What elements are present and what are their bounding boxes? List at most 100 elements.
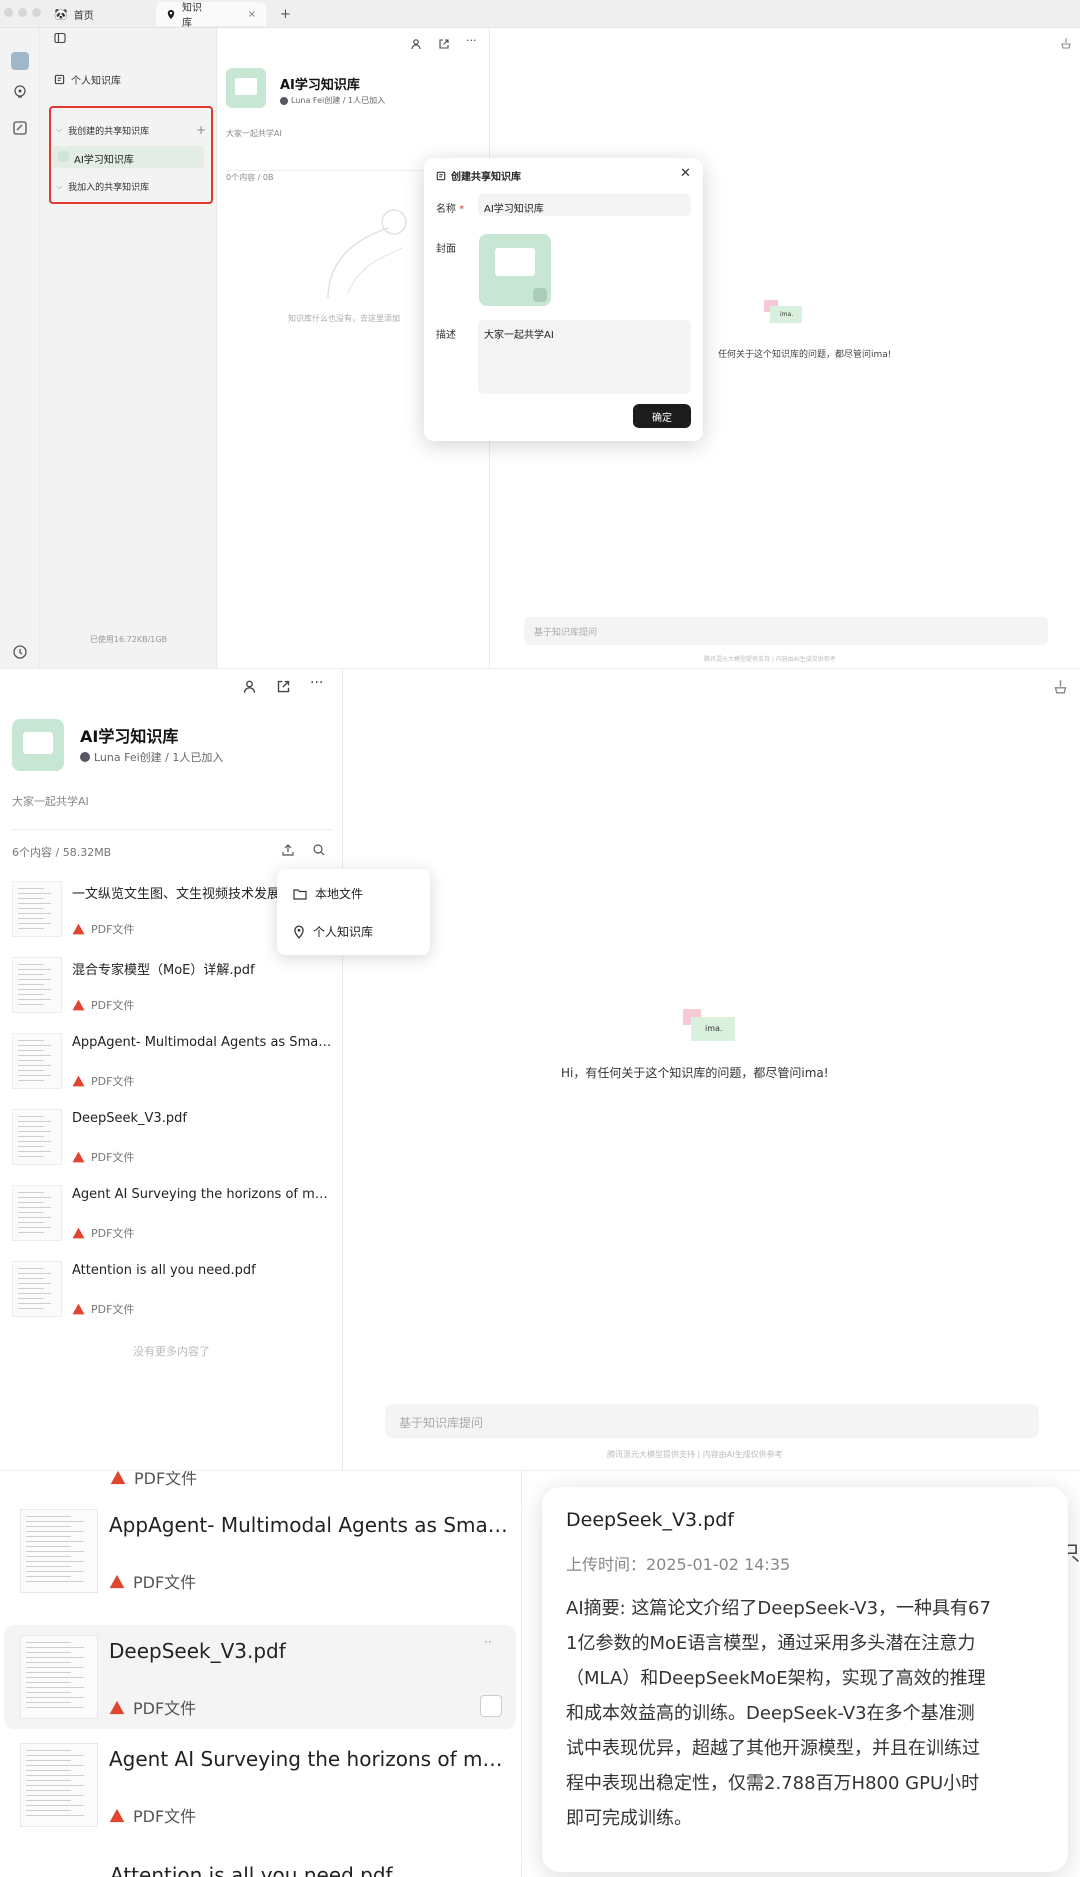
description-field[interactable]: 大家一起共学AI [478,320,691,394]
list-item[interactable]: DeepSeek_V3.pdf PDF文件 [0,1105,343,1181]
kb-file-list-panel: ··· AI学习知识库 Luna Fei创建 / 1人已加入 大家一起共学AI … [0,669,343,1470]
list-item[interactable]: Agent AI Surveying the horizons of muti.… [4,1733,516,1837]
file-type: PDF文件 [72,921,134,937]
pdf-icon [109,1574,125,1588]
file-type: PDF文件 [72,1301,134,1317]
pdf-icon [72,1151,85,1163]
file-name: Attention is all you need.pdf [72,1263,256,1278]
chat-greeting: Hi，有任何关于这个知识库的问题，都尽管问ima! [561,1066,829,1080]
sidebar-toggle-icon[interactable] [54,32,66,44]
new-tab-button[interactable]: + [270,2,301,26]
panel-file-detail-zoom: PDF文件 AppAgent- Multimodal Agents as Sma… [0,1470,1080,1877]
tab-knowledge[interactable]: 知识库 × [156,2,266,29]
kb-cover-image [226,68,266,108]
list-item[interactable]: Attention is all you need.pdf PDF文件 [0,1257,343,1333]
members-icon[interactable] [242,679,257,694]
file-thumbnail [12,881,62,937]
file-thumbnail [12,1185,62,1241]
ai-summary: AI摘要: 这篇论文介绍了DeepSeek-V3，一种具有67 1亿参数的MoE… [566,1598,991,1829]
file-thumbnail [20,1509,98,1593]
file-thumbnail [12,957,62,1013]
dialog-title: 创建共享知识库 [436,168,521,183]
file-type: PDF文件 [72,997,134,1013]
confirm-button[interactable]: 确定 [633,404,691,428]
name-field[interactable]: AI学习知识库 [478,194,691,216]
pdf-icon [109,1700,125,1714]
upload-dropdown-menu: 本地文件 个人知识库 [277,869,430,955]
pdf-icon [72,1303,85,1315]
minimize-window-dot[interactable] [18,8,27,17]
members-icon[interactable] [410,38,422,50]
file-type: PDF文件 [109,1803,196,1827]
kb-count: 6个内容 / 58.32MB [12,846,112,859]
camera-icon[interactable] [533,288,547,302]
avatar [80,752,90,762]
list-item-selected[interactable]: DeepSeek_V3.pdf PDF文件 ·· [4,1625,516,1729]
chat-input[interactable]: 基于知识库提问 [524,617,1048,645]
sidebar-item-label: 个人知识库 [71,76,121,87]
file-thumbnail [12,1109,62,1165]
share-icon[interactable] [276,679,291,694]
menu-item-personal-kb[interactable]: 个人知识库 [293,923,373,940]
list-item[interactable]: 混合专家模型（MoE）详解.pdf PDF文件 [0,953,343,1029]
history-clock-icon[interactable] [12,644,28,660]
list-item[interactable]: Agent AI Surveying the horizons of muti.… [0,1181,343,1257]
tab-home[interactable]: 🐼 首页 [44,2,104,26]
sweep-icon[interactable] [1053,679,1068,694]
file-name: AppAgent- Multimodal Agents as Smart... [72,1035,334,1050]
kb-title: AI学习知识库 [80,727,179,746]
drag-handle-icon[interactable]: ·· [484,1635,492,1649]
left-icon-rail [0,28,40,668]
list-item[interactable]: AppAgent- Multimodal Agents as Smart... … [0,1029,343,1105]
sidebar-item-personal-kb[interactable]: 个人知识库 [54,72,121,87]
window-titlebar: 🐼 首页 知识库 × + [0,0,1080,29]
ima-logo: ima. [683,1009,737,1043]
avatar [280,96,288,105]
kb-description: 大家一起共学AI [12,795,89,808]
search-icon[interactable] [312,843,326,857]
kb-owner: Luna Fei创建 / 1人已加入 [280,95,385,106]
file-name: Agent AI Surveying the horizons of muti.… [72,1187,334,1202]
location-pin-icon [294,925,304,939]
select-checkbox[interactable] [480,1695,502,1717]
chat-greeting: 任何关于这个知识库的问题，都尽管问ima! [718,350,892,360]
file-type: PDF文件 [109,1569,196,1593]
kb-count: 0个内容 / 0B [226,173,274,182]
kb-description: 大家一起共学AI [226,129,282,138]
kb-title: AI学习知识库 [280,78,360,93]
close-window-dot[interactable] [4,8,13,17]
empty-hint[interactable]: 知识库什么也没有，去这里添加 [288,313,400,324]
create-kb-dialog: 创建共享知识库 ✕ 名称 * AI学习知识库 封面 描述 大家一起共学AI 确定 [424,158,703,441]
kb-cover-image [12,719,64,771]
zoomed-file-list: PDF文件 AppAgent- Multimodal Agents as Sma… [0,1471,522,1877]
notes-nav-icon[interactable] [12,120,28,136]
pdf-icon [72,923,85,935]
panda-logo-icon: 🐼 [54,7,68,21]
tab-knowledge-label: 知识库 [182,3,202,29]
knowledge-nav-icon[interactable] [12,84,28,100]
upload-icon[interactable] [281,843,295,857]
share-icon[interactable] [438,38,450,50]
sweep-icon[interactable] [1060,37,1072,49]
file-type: PDF文件 [72,1073,134,1089]
cover-picker[interactable] [479,234,551,306]
panel-create-shared-kb: 🐼 首页 知识库 × + 个人知识库 ⌵ 我创建的共享知识库 + AI学习知识库… [0,0,1080,668]
chat-input[interactable]: 基于知识库提问 [385,1404,1039,1438]
file-summary-popover: DeepSeek_V3.pdf 上传时间：2025-01-02 14:35 AI… [542,1487,1068,1872]
chat-panel: ima. Hi，有任何关于这个知识库的问题，都尽管问ima! 基于知识库提问 腾… [343,669,1080,1470]
ima-logo: ima. [764,300,804,324]
pdf-icon [109,1808,125,1822]
close-tab-icon[interactable]: × [248,9,256,20]
popover-title: DeepSeek_V3.pdf [566,1509,734,1531]
zoom-window-dot[interactable] [32,8,41,17]
more-icon[interactable]: ··· [310,675,323,691]
list-end-hint: 没有更多内容了 [133,1345,210,1358]
avatar[interactable] [11,52,29,70]
folder-icon [293,888,307,900]
menu-item-local-file[interactable]: 本地文件 [293,885,363,902]
kb-owner-text: Luna Fei创建 / 1人已加入 [291,96,386,105]
close-icon[interactable]: ✕ [680,166,691,181]
list-item[interactable]: AppAgent- Multimodal Agents as Smart... … [4,1499,516,1603]
file-type: PDF文件 [72,1149,134,1165]
more-icon[interactable]: ··· [466,34,477,47]
